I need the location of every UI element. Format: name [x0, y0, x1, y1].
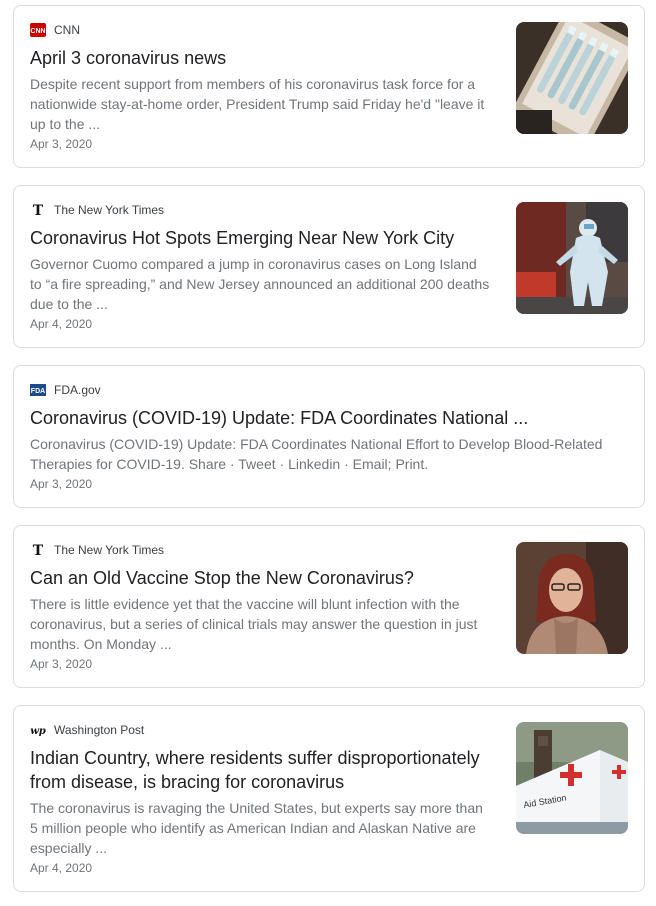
news-feed: CNN CNN April 3 coronavirus news Despite… — [0, 0, 656, 906]
headline-link[interactable]: Can an Old Vaccine Stop the New Coronavi… — [30, 566, 490, 590]
woman-portrait-image[interactable] — [516, 542, 628, 654]
source-row: CNN CNN — [30, 22, 490, 38]
snippet: Despite recent support from members of h… — [30, 76, 485, 132]
snippet: The coronavirus is ravaging the United S… — [30, 800, 483, 856]
source-name[interactable]: Washington Post — [54, 722, 144, 738]
snippet: Governor Cuomo compared a jump in corona… — [30, 256, 490, 312]
source-row: T The New York Times — [30, 542, 490, 558]
source-row: FDA FDA.gov — [30, 382, 630, 398]
hazmat-worker-image[interactable] — [516, 202, 628, 314]
snippet: There is little evidence yet that the va… — [30, 596, 478, 652]
source-row: T The New York Times — [30, 202, 490, 218]
aid-station-tent-image[interactable]: Aid Station — [516, 722, 628, 834]
headline-link[interactable]: Coronavirus (COVID-19) Update: FDA Coord… — [30, 406, 630, 430]
publish-date: Apr 4, 2020 — [30, 861, 93, 875]
news-card[interactable]: CNN CNN April 3 coronavirus news Despite… — [13, 5, 645, 168]
headline-link[interactable]: April 3 coronavirus news — [30, 46, 490, 70]
svg-text:T: T — [33, 203, 44, 218]
svg-text:FDA: FDA — [31, 388, 45, 395]
nyt-logo-icon: T — [30, 202, 46, 218]
publish-date: Apr 3, 2020 — [30, 657, 93, 671]
fda-logo-icon: FDA — [30, 382, 46, 398]
nyt-logo-icon: T — [30, 542, 46, 558]
test-tube-rack-image[interactable] — [516, 22, 628, 134]
svg-text:wp: wp — [30, 726, 46, 737]
source-row: wp Washington Post — [30, 722, 490, 738]
source-name[interactable]: CNN — [54, 22, 80, 38]
news-card[interactable]: T The New York Times Coronavirus Hot Spo… — [13, 185, 645, 348]
source-name[interactable]: FDA.gov — [54, 382, 101, 398]
svg-text:T: T — [33, 543, 44, 558]
cnn-logo-icon: CNN — [30, 22, 46, 38]
svg-text:CNN: CNN — [30, 28, 45, 35]
headline-link[interactable]: Indian Country, where residents suffer d… — [30, 746, 490, 794]
wapo-logo-icon: wp — [30, 722, 46, 738]
publish-date: Apr 3, 2020 — [30, 477, 93, 491]
news-card[interactable]: FDA FDA.gov Coronavirus (COVID-19) Updat… — [13, 365, 645, 508]
snippet: Coronavirus (COVID-19) Update: FDA Coord… — [30, 436, 603, 472]
source-name[interactable]: The New York Times — [54, 202, 164, 218]
publish-date: Apr 4, 2020 — [30, 317, 93, 331]
publish-date: Apr 3, 2020 — [30, 137, 93, 151]
source-name[interactable]: The New York Times — [54, 542, 164, 558]
news-card[interactable]: wp Washington Post Indian Country, where… — [13, 705, 645, 892]
headline-link[interactable]: Coronavirus Hot Spots Emerging Near New … — [30, 226, 490, 250]
news-card[interactable]: T The New York Times Can an Old Vaccine … — [13, 525, 645, 688]
